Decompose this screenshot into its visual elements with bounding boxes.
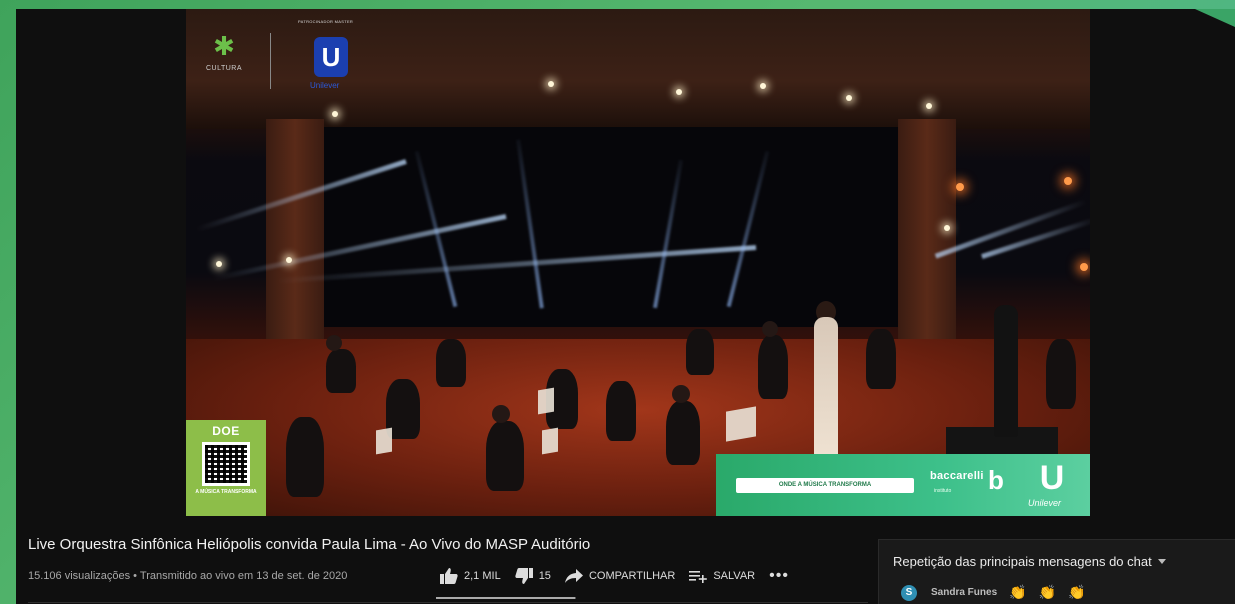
stage-light [944,225,950,231]
unilever-logo-large: U [1039,459,1065,497]
conductor [994,305,1018,437]
stage-light [676,89,682,95]
sponsor-banner: ONDE A MÚSICA TRANSFORMA baccarelli inst… [716,454,1090,516]
stage-backdrop [306,127,906,327]
dislike-count: 15 [538,570,551,582]
baccarelli-subtitle: instituto [934,488,952,494]
video-actions: 2,1 MIL 15 COMPARTILHAR SALVAR ••• [440,566,803,586]
baccarelli-logo: b [988,465,1004,495]
app-window: ✱ CULTURA PATROCINADOR MASTER U Unilever… [16,9,1235,604]
logo-divider [270,33,271,89]
musician [666,401,700,465]
chat-message: S Sandra Funes 👏 👏 👏 [901,584,1085,601]
save-button[interactable]: SALVAR [689,569,755,583]
light-beam [981,217,1090,259]
musician-head [672,385,690,403]
musician [1046,339,1076,409]
chat-mode-label: Repetição das principais mensagens do ch… [893,554,1152,569]
music-stand [538,387,554,415]
like-ratio-fill [436,597,575,599]
singer [814,317,838,459]
musician-head [762,321,778,337]
video-meta: 15.106 visualizações • Transmitido ao vi… [28,570,348,582]
like-button[interactable]: 2,1 MIL [440,568,501,584]
musician [866,329,896,389]
clapping-hands-emoji: 👏 [1068,584,1086,600]
stage-light-red [1080,263,1088,271]
share-label: COMPARTILHAR [588,570,676,582]
more-actions-button[interactable]: ••• [769,567,789,585]
stage-light-red [1064,177,1072,185]
donate-qr-box: DOE A MÚSICA TRANSFORMA [186,420,266,516]
unilever-logo: U [314,37,348,77]
unilever-name: Unilever [310,81,340,90]
live-chat-panel: Repetição das principais mensagens do ch… [878,539,1235,604]
flower-icon: ✱ [213,31,235,61]
donate-subtitle: A MÚSICA TRANSFORMA [195,489,257,495]
musician [286,417,324,497]
playlist-add-icon [689,571,708,583]
baccarelli-name: baccarelli [930,470,984,482]
clapping-hands-emoji: 👏 [1009,584,1027,600]
qr-code-icon [202,442,250,486]
musician [686,329,714,375]
like-count: 2,1 MIL [464,570,501,582]
banner-slogan: ONDE A MÚSICA TRANSFORMA [736,478,914,493]
clapping-hands-emoji: 👏 [1038,584,1057,600]
donate-title: DOE [212,424,240,438]
stage-light [846,95,852,101]
musician [326,349,356,393]
stage-light [548,81,554,87]
sponsor-label: PATROCINADOR MASTER [298,19,354,24]
music-stand [726,406,756,442]
stage-light [760,83,766,89]
chat-mode-dropdown[interactable]: Repetição das principais mensagens do ch… [893,554,1166,569]
musician-head [492,405,510,423]
music-stand [376,427,392,455]
save-label: SALVAR [713,570,756,582]
thumbs-up-icon [440,568,458,584]
video-player[interactable]: ✱ CULTURA PATROCINADOR MASTER U Unilever… [186,9,1090,516]
divider [28,602,868,603]
musician [486,421,524,491]
musician [758,335,788,399]
video-title: Live Orquestra Sinfônica Heliópolis conv… [28,536,591,553]
share-button[interactable]: COMPARTILHAR [564,569,676,583]
corner-decoration [1195,9,1235,27]
thumbs-down-icon [515,568,533,584]
cultura-logo: ✱ CULTURA [200,33,248,72]
caret-down-icon [1157,559,1166,564]
musician [606,381,636,441]
dislike-button[interactable]: 15 [515,568,551,584]
unilever-name-large: Unilever [1028,498,1062,508]
stage-light [926,103,932,109]
stage-light-red [956,183,964,191]
cultura-label: CULTURA [205,65,243,72]
like-ratio-bar [436,597,576,599]
avatar[interactable]: S [901,584,917,601]
musician-head [326,335,342,351]
musician [436,339,466,387]
share-icon [564,569,583,583]
stage-light [216,261,222,267]
stage-light [332,111,338,117]
chat-author[interactable]: Sandra Funes [931,587,997,598]
music-stand [542,427,558,455]
stage-light [286,257,292,263]
